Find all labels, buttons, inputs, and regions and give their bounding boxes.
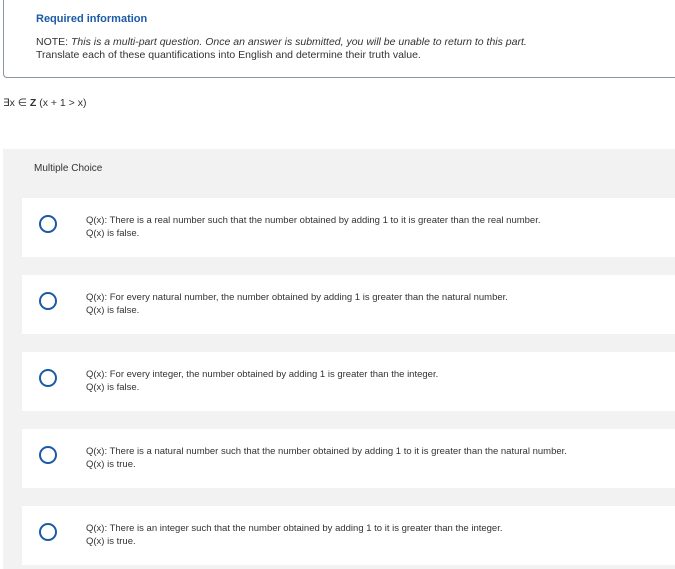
note-lead: NOTE: (36, 36, 72, 48)
option-line: Q(x): For every integer, the number obta… (86, 369, 439, 380)
radio-button[interactable] (39, 446, 57, 464)
answer-option-4[interactable]: Q(x): There is a natural number such tha… (22, 429, 675, 488)
option-line: Q(x) is true. (86, 536, 136, 547)
option-text: Q(x): There is a real number such that t… (86, 214, 541, 240)
option-line: Q(x) is false. (86, 382, 140, 393)
quantification-expression: ∃x ∈ Z (x + 1 > x) (3, 97, 86, 109)
instruction-text: Translate each of these quantifications … (36, 49, 421, 61)
answer-option-1[interactable]: Q(x): There is a real number such that t… (22, 198, 675, 257)
radio-button[interactable] (39, 523, 57, 541)
expr-prefix: ∃x ∈ (3, 97, 30, 109)
option-line: Q(x): There is a real number such that t… (86, 215, 541, 226)
option-line: Q(x): For every natural number, the numb… (86, 292, 508, 303)
info-note: NOTE: This is a multi-part question. Onc… (36, 36, 656, 62)
option-text: Q(x): There is a natural number such tha… (86, 445, 567, 471)
expr-body: (x + 1 > x) (36, 97, 87, 109)
option-line: Q(x) is true. (86, 459, 136, 470)
option-line: Q(x) is false. (86, 228, 140, 239)
note-italic: This is a multi-part question. Once an a… (71, 36, 527, 48)
option-line: Q(x) is false. (86, 305, 140, 316)
required-info-box: Required information NOTE: This is a mul… (3, 0, 675, 78)
option-text: Q(x): For every integer, the number obta… (86, 368, 438, 394)
radio-button[interactable] (39, 369, 57, 387)
option-text: Q(x): There is an integer such that the … (86, 522, 503, 548)
answer-option-3[interactable]: Q(x): For every integer, the number obta… (22, 352, 675, 411)
answer-option-2[interactable]: Q(x): For every natural number, the numb… (22, 275, 675, 334)
option-line: Q(x): There is a natural number such tha… (86, 446, 567, 457)
required-info-title: Required information (36, 13, 148, 25)
radio-button[interactable] (39, 215, 57, 233)
multiple-choice-panel: Multiple Choice Q(x): There is a real nu… (3, 149, 675, 569)
question-type-label: Multiple Choice (34, 163, 103, 174)
radio-button[interactable] (39, 292, 57, 310)
option-text: Q(x): For every natural number, the numb… (86, 291, 508, 317)
answer-option-5[interactable]: Q(x): There is an integer such that the … (22, 506, 675, 565)
option-line: Q(x): There is an integer such that the … (86, 523, 503, 534)
